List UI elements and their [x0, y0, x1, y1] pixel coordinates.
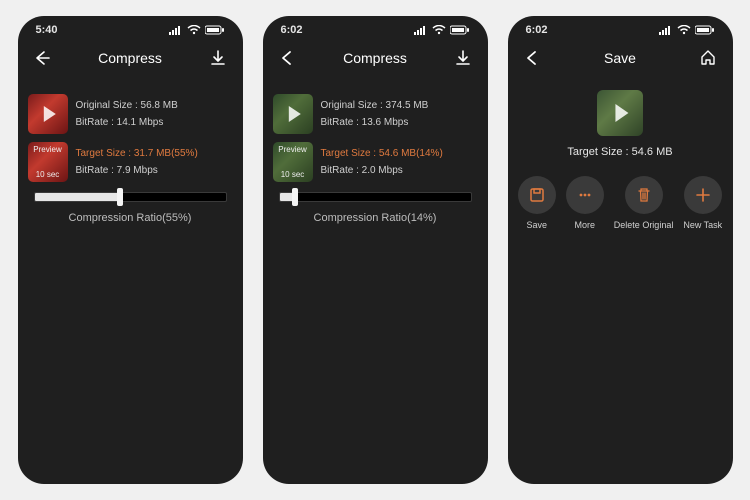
status-bar: 6:02 [508, 16, 733, 40]
back-button[interactable] [277, 48, 297, 68]
content-area: Target Size : 54.6 MB Save More Delete O… [508, 76, 733, 484]
status-bar: 6:02 [263, 16, 488, 40]
more-button[interactable]: More [566, 176, 604, 230]
play-icon [43, 106, 55, 122]
compression-slider[interactable] [34, 192, 227, 202]
compression-ratio-label: Compression Ratio(55%) [28, 212, 233, 224]
nav-bar: Compress [18, 40, 243, 76]
target-row: Preview 10 sec Target Size : 31.7 MB(55%… [28, 142, 233, 182]
nav-title: Compress [98, 50, 162, 66]
save-label: Save [527, 220, 548, 230]
original-bitrate-label: BitRate : 13.6 Mbps [321, 117, 429, 128]
plus-icon [694, 186, 712, 204]
home-button[interactable] [698, 48, 718, 68]
target-bitrate-label: BitRate : 7.9 Mbps [76, 165, 198, 176]
battery-icon [695, 25, 715, 35]
battery-icon [450, 25, 470, 35]
phone-save-screen: 6:02 Save Target Size : 54.6 MB Save [508, 16, 733, 484]
phone-compress-screen-2: 6:02 Compress Original Size : 374.5 MB B… [263, 16, 488, 484]
original-thumbnail[interactable] [273, 94, 313, 134]
original-bitrate-label: BitRate : 14.1 Mbps [76, 117, 178, 128]
content-area: Original Size : 56.8 MB BitRate : 14.1 M… [18, 76, 243, 484]
preview-thumbnail[interactable]: Preview 10 sec [273, 142, 313, 182]
target-size-label: Target Size : 31.7 MB(55%) [76, 148, 198, 159]
status-icons [169, 25, 225, 35]
status-icons [414, 25, 470, 35]
status-time: 6:02 [281, 24, 303, 36]
compression-ratio-label: Compression Ratio(14%) [273, 212, 478, 224]
original-row: Original Size : 374.5 MB BitRate : 13.6 … [273, 94, 478, 134]
wifi-icon [677, 25, 691, 35]
preview-seconds-label: 10 sec [28, 170, 68, 179]
original-info: Original Size : 374.5 MB BitRate : 13.6 … [321, 100, 429, 128]
nav-bar: Save [508, 40, 733, 76]
signal-icon [414, 25, 428, 35]
battery-icon [205, 25, 225, 35]
back-button[interactable] [522, 48, 542, 68]
original-row: Original Size : 56.8 MB BitRate : 14.1 M… [28, 94, 233, 134]
back-button[interactable] [32, 48, 52, 68]
chevron-left-icon [278, 49, 296, 67]
target-row: Preview 10 sec Target Size : 54.6 MB(14%… [273, 142, 478, 182]
arrow-left-icon [33, 49, 51, 67]
new-task-label: New Task [683, 220, 722, 230]
target-bitrate-label: BitRate : 2.0 Mbps [321, 165, 443, 176]
status-time: 6:02 [526, 24, 548, 36]
download-icon [454, 49, 472, 67]
signal-icon [659, 25, 673, 35]
target-size-label: Target Size : 54.6 MB(14%) [321, 148, 443, 159]
download-button[interactable] [208, 48, 228, 68]
play-icon [288, 106, 300, 122]
play-icon [615, 104, 628, 122]
result-thumbnail[interactable] [597, 90, 643, 136]
status-icons [659, 25, 715, 35]
chevron-left-icon [523, 49, 541, 67]
compression-slider[interactable] [279, 192, 472, 202]
nav-title: Save [604, 50, 636, 66]
trash-icon [635, 186, 653, 204]
nav-bar: Compress [263, 40, 488, 76]
original-size-label: Original Size : 374.5 MB [321, 100, 429, 111]
signal-icon [169, 25, 183, 35]
delete-original-button[interactable]: Delete Original [614, 176, 674, 230]
action-row: Save More Delete Original New Task [518, 176, 722, 230]
preview-badge: Preview [28, 145, 68, 154]
wifi-icon [432, 25, 446, 35]
phone-compress-screen-1: 5:40 Compress Original Size : 56.8 MB Bi… [18, 16, 243, 484]
preview-seconds-label: 10 sec [273, 170, 313, 179]
target-info: Target Size : 54.6 MB(14%) BitRate : 2.0… [321, 148, 443, 176]
delete-label: Delete Original [614, 220, 674, 230]
target-info: Target Size : 31.7 MB(55%) BitRate : 7.9… [76, 148, 198, 176]
content-area: Original Size : 374.5 MB BitRate : 13.6 … [263, 76, 488, 484]
wifi-icon [187, 25, 201, 35]
original-info: Original Size : 56.8 MB BitRate : 14.1 M… [76, 100, 178, 128]
original-size-label: Original Size : 56.8 MB [76, 100, 178, 111]
status-bar: 5:40 [18, 16, 243, 40]
status-time: 5:40 [36, 24, 58, 36]
download-icon [209, 49, 227, 67]
original-thumbnail[interactable] [28, 94, 68, 134]
preview-badge: Preview [273, 145, 313, 154]
home-icon [699, 49, 717, 67]
more-icon [576, 186, 594, 204]
download-button[interactable] [453, 48, 473, 68]
more-label: More [575, 220, 596, 230]
nav-title: Compress [343, 50, 407, 66]
save-icon [528, 186, 546, 204]
save-button[interactable]: Save [518, 176, 556, 230]
target-size-label: Target Size : 54.6 MB [567, 146, 672, 158]
preview-thumbnail[interactable]: Preview 10 sec [28, 142, 68, 182]
new-task-button[interactable]: New Task [683, 176, 722, 230]
